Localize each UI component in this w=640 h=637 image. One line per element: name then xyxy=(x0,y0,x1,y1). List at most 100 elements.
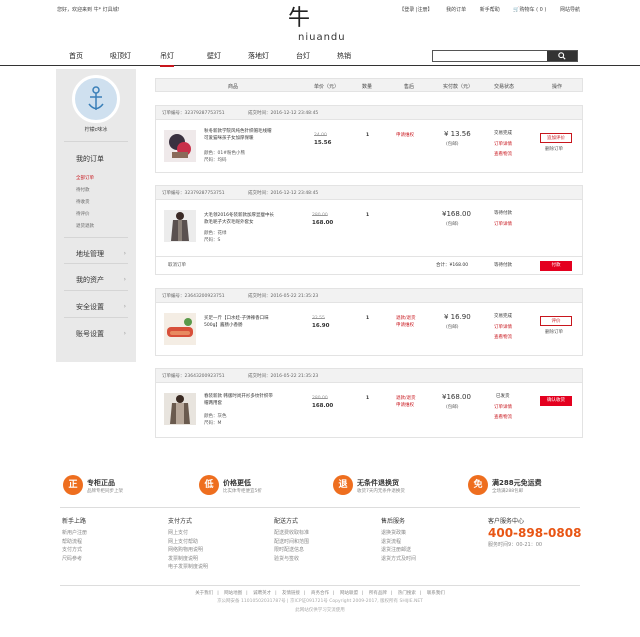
product-color: 颜色：灰色 xyxy=(204,414,227,419)
footer-link[interactable]: 尺码参考 xyxy=(62,555,162,564)
order-detail-link[interactable]: 订单详情 xyxy=(494,404,512,411)
footer-link-jobs[interactable]: 诚聘英才 xyxy=(253,591,271,596)
product-name[interactable]: 买足一斤【口水娃-子弹辣香口味500g】酱肠小香肠 xyxy=(204,315,274,329)
sidebar-item-account[interactable]: 账号设置 xyxy=(76,329,104,339)
nav-item-floor-lamp[interactable]: 落地灯 xyxy=(248,51,269,61)
confirm-receipt-button[interactable]: 确认收货 xyxy=(540,396,572,406)
footer-link[interactable]: 网上支付帮助 xyxy=(168,538,268,547)
search-input[interactable] xyxy=(433,51,547,61)
order-footer-divider xyxy=(156,256,582,257)
sidebar-sub-pending-payment[interactable]: 待付款 xyxy=(76,187,90,193)
view-logistics-link[interactable]: 查看物流 xyxy=(494,151,512,158)
order-time: 成交时间：2016-12-12 23:48:45 xyxy=(248,111,319,116)
footer-link[interactable]: 退货注册邮送 xyxy=(381,546,481,555)
footer-link[interactable]: 电子发票制度说明 xyxy=(168,563,268,572)
footer-link-contact[interactable]: 联系我们 xyxy=(427,591,445,596)
footer-link-brands[interactable]: 所有品牌 xyxy=(369,591,387,596)
refund-return-link[interactable]: 退款/退货 申请维权 xyxy=(396,315,416,329)
footer-link[interactable]: 限时配送信息 xyxy=(274,546,374,555)
unit-price: 168.00 xyxy=(312,220,334,226)
footer-link-business[interactable]: 商务合作 xyxy=(311,591,329,596)
footer-link[interactable]: 配送时间和范围 xyxy=(274,538,374,547)
sitemap-link[interactable]: 网站导航 xyxy=(560,7,580,13)
footer-links: 关于我们 | 网站地图 | 诚聘英才 | 友情链接 | 商务合作 | 网站联盟 | 所有品牌… xyxy=(195,591,445,596)
sidebar-item-my-orders[interactable]: 我的订单 xyxy=(76,154,104,164)
help-link[interactable]: 新手帮助 xyxy=(480,7,500,13)
shipping-note: (包邮) xyxy=(446,405,459,410)
nav-item-ceiling-lamp[interactable]: 吸顶灯 xyxy=(110,51,131,61)
add-review-button[interactable]: 追加评价 xyxy=(540,133,572,143)
sidebar-item-address[interactable]: 地址管理 xyxy=(76,249,104,259)
product-thumbnail[interactable] xyxy=(164,393,196,425)
footer-link[interactable]: 帮助流程 xyxy=(62,538,162,547)
col-qty: 数量 xyxy=(362,84,373,90)
footer-link[interactable]: 退换货政策 xyxy=(381,529,481,538)
product-name[interactable]: 大毛领2016冬装新款加厚显瘦中长款毛呢子大衣毛呢外套女 xyxy=(204,212,274,226)
sidebar-sub-all-orders[interactable]: 全部订单 xyxy=(76,175,94,181)
sidebar-sub-refunds[interactable]: 退货退款 xyxy=(76,223,94,229)
footer-link-alliance[interactable]: 网站联盟 xyxy=(340,591,358,596)
footer-link-friends[interactable]: 友情链接 xyxy=(282,591,300,596)
avatar[interactable] xyxy=(72,75,120,123)
quantity: 1 xyxy=(366,213,370,218)
product-thumbnail[interactable] xyxy=(164,313,196,345)
order-status: 等待付款 xyxy=(494,211,512,216)
search-button[interactable] xyxy=(547,51,577,61)
view-logistics-link[interactable]: 查看物流 xyxy=(494,414,512,421)
service-phone[interactable]: 400-898-0808 xyxy=(488,526,581,540)
refund-return-link[interactable]: 退款/退货 申请维权 xyxy=(396,395,416,409)
sidebar-sub-pending-review[interactable]: 待评价 xyxy=(76,211,90,217)
chevron-right-icon: › xyxy=(123,250,126,257)
my-orders-link[interactable]: 我的订单 xyxy=(446,7,466,13)
sidebar-item-assets[interactable]: 我的资产 xyxy=(76,275,104,285)
delete-order-link[interactable]: 删除订单 xyxy=(545,146,563,153)
product-name[interactable]: 秋冬新款学院风纯色针织帽毛线帽可爱猫咪孩子女加厚保暖 xyxy=(204,128,274,142)
footer-link[interactable]: 退货流程 xyxy=(381,538,481,547)
cancel-order-link[interactable]: 取消订单 xyxy=(168,262,186,269)
cart-link[interactable]: 🛒购物车 ( 0 ) xyxy=(513,7,546,13)
product-name[interactable]: 春装新款 韩版时尚开衫多纹针织带帽两用套 xyxy=(204,393,274,407)
product-thumbnail[interactable] xyxy=(164,210,196,242)
copyright-note: 此网站仅供学习交流使用 xyxy=(295,608,345,613)
search-icon xyxy=(558,52,566,60)
nav-item-home[interactable]: 首页 xyxy=(69,51,83,61)
sidebar-item-security[interactable]: 安全设置 xyxy=(76,302,104,312)
order-number: 订单编号：23643200923751 xyxy=(162,374,225,379)
nav-item-table-lamp[interactable]: 台灯 xyxy=(296,51,310,61)
delete-order-link[interactable]: 删除订单 xyxy=(545,329,563,336)
col-price: 单价（元） xyxy=(314,84,340,90)
footer-link[interactable]: 发票制度说明 xyxy=(168,555,268,564)
apply-rights-link[interactable]: 申请维权 xyxy=(396,132,414,139)
review-button[interactable]: 评价 xyxy=(540,316,572,326)
footer-link[interactable]: 网上支付 xyxy=(168,529,268,538)
footer-link-about[interactable]: 关于我们 xyxy=(195,591,213,596)
order-detail-link[interactable]: 订单详情 xyxy=(494,221,512,228)
footer-link[interactable]: 网络购物用说明 xyxy=(168,546,268,555)
sidebar-sub-pending-receipt[interactable]: 待收货 xyxy=(76,199,90,205)
footer-link[interactable]: 验货与签收 xyxy=(274,555,374,564)
footer-link-hot-search[interactable]: 热门搜索 xyxy=(398,591,416,596)
order-status: 交易完成 xyxy=(494,314,512,319)
footer-divider xyxy=(60,585,580,586)
nav-item-hot[interactable]: 热销 xyxy=(337,51,351,61)
footer-link-sitemap[interactable]: 网站地图 xyxy=(224,591,242,596)
footer-link[interactable]: 退货方式及时间 xyxy=(381,555,481,564)
footer-link[interactable]: 支付方式 xyxy=(62,546,162,555)
footer-link[interactable]: 新用户注册 xyxy=(62,529,162,538)
product-thumbnail[interactable] xyxy=(164,130,196,162)
product-color: 颜色：01#粉色小熊 xyxy=(204,151,245,156)
nav-item-wall-lamp[interactable]: 壁灯 xyxy=(207,51,221,61)
view-logistics-link[interactable]: 查看物流 xyxy=(494,334,512,341)
sidebar-divider xyxy=(64,263,128,264)
order-header: 订单编号：32379287753751 成交时间：2016-12-12 23:4… xyxy=(156,106,582,120)
col-after-sale: 售后 xyxy=(404,84,415,90)
nav-item-pendant-lamp[interactable]: 吊灯 xyxy=(160,51,174,67)
login-register-link[interactable]: 【登录 |注册】 xyxy=(399,7,432,13)
order-detail-link[interactable]: 订单详情 xyxy=(494,324,512,331)
order-detail-link[interactable]: 订单详情 xyxy=(494,141,512,148)
footer-link[interactable]: 配送费收取标准 xyxy=(274,529,374,538)
pay-button[interactable]: 付款 xyxy=(540,261,572,271)
service-hours: 服务时间9：00-21：00 xyxy=(488,542,543,548)
sidebar-divider xyxy=(64,317,128,318)
site-logo[interactable]: 牛 niuandu xyxy=(288,8,346,44)
